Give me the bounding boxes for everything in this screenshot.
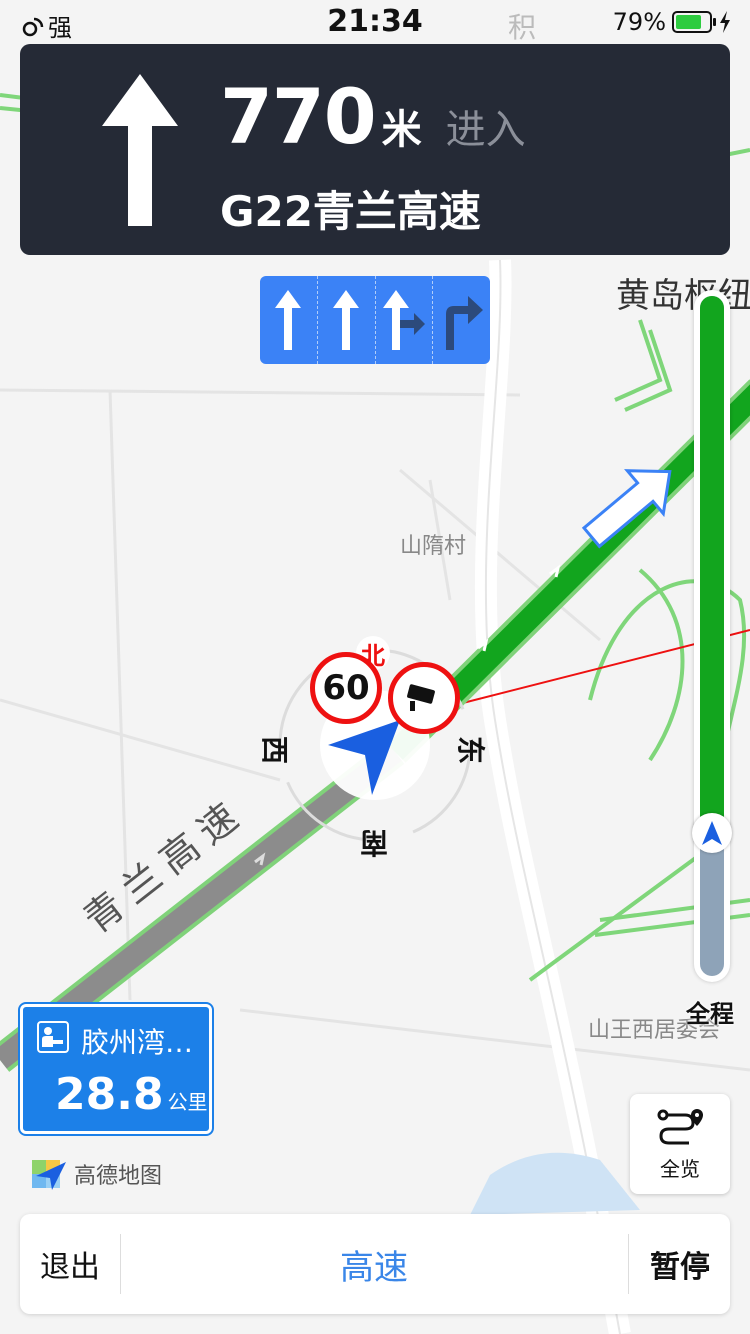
car-arrow-icon [702, 821, 722, 846]
battery-percent: 79% [612, 8, 666, 36]
amap-logo: 高德地图 [30, 1156, 162, 1192]
battery-icon [672, 11, 716, 33]
turn-instruction-card: 770 米 进入 G22青兰高速 [20, 44, 730, 255]
battery-indicator: 79% [613, 8, 732, 36]
route-progress-bar[interactable] [692, 290, 732, 982]
lane-right [433, 276, 490, 364]
service-area-distance-unit: 公里 [167, 1090, 208, 1114]
overview-label: 全览 [660, 1156, 700, 1181]
charging-icon [720, 11, 730, 33]
exit-button[interactable]: 退出 [20, 1214, 120, 1314]
route-overview-icon [657, 1108, 703, 1144]
overview-button[interactable]: 全览 [630, 1094, 730, 1194]
lane-straight [318, 276, 376, 364]
bottom-bar: 退出 高速 暂停 [20, 1214, 730, 1314]
distance-unit: 米 [381, 107, 422, 153]
bottom-divider [628, 1234, 629, 1294]
status-bar: 强 21:34 79% [0, 0, 750, 44]
service-area-name: 胶州湾… [81, 1026, 194, 1059]
pause-button[interactable]: 暂停 [630, 1214, 730, 1314]
service-area-icon [37, 1021, 69, 1053]
place-label-shansui: 山隋村 [400, 534, 467, 559]
progress-label: 全程 [686, 1000, 734, 1028]
lane-straight-right [376, 276, 434, 364]
instruction-action: 进入 [445, 107, 526, 153]
lane-guidance [260, 276, 490, 364]
instruction-distance: 770 米 进入 [220, 72, 526, 161]
amap-logo-text: 高德地图 [74, 1164, 163, 1189]
lane-straight [260, 276, 318, 364]
speed-camera-icon [388, 662, 460, 734]
service-area-distance: 28.8 公里 [55, 1069, 208, 1120]
speed-limit-sign: 60 [310, 652, 382, 724]
amap-logo-icon [32, 1160, 66, 1190]
progress-car-marker [692, 813, 732, 854]
straight-arrow-icon [102, 74, 178, 226]
lane-straight-right-arrow-icon [382, 290, 425, 350]
distance-value: 770 [220, 72, 377, 161]
service-area-card[interactable]: 胶州湾… 28.8 公里 [20, 1004, 212, 1134]
compass-west: 西 [258, 735, 292, 765]
lane-straight-arrow-icon [333, 290, 360, 350]
service-area-distance-value: 28.8 [55, 1069, 164, 1120]
next-road-name: G22青兰高速 [220, 187, 481, 236]
route-mode-button[interactable]: 高速 [120, 1214, 628, 1314]
progress-track [700, 296, 724, 976]
compass-east: 东 [454, 735, 488, 765]
lane-straight-arrow-icon [275, 290, 302, 350]
progress-traveled [700, 296, 724, 834]
lane-right-arrow-icon [445, 296, 483, 350]
compass-south: 南 [360, 826, 389, 859]
